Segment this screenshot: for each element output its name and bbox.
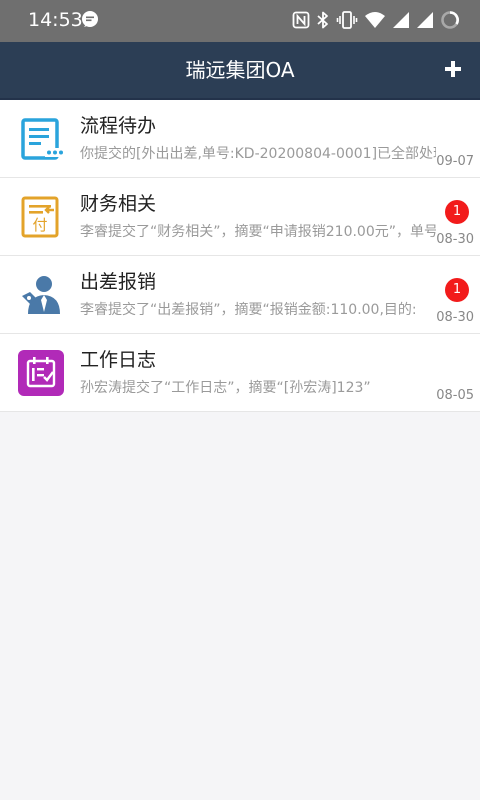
message-list: 流程待办 你提交的[外出出差,单号:KD-20200804-0001]已全部处理… (0, 100, 480, 412)
app-bar: 瑞远集团OA (0, 42, 480, 100)
item-title: 财务相关 (80, 193, 157, 215)
bluetooth-icon (316, 10, 330, 30)
item-date: 08-30 (436, 310, 474, 325)
business-trip-icon (18, 272, 64, 318)
vibrate-icon (336, 10, 358, 30)
item-summary: 李睿提交了“财务相关”，摘要“申请报销210.00元”，单号 (80, 224, 436, 240)
item-summary: 李睿提交了“出差报销”，摘要“报销金额:110.00,目的: (80, 302, 417, 318)
signal-2-icon (416, 11, 434, 29)
nfc-icon (292, 11, 310, 29)
list-item-workflow-todo[interactable]: 流程待办 你提交的[外出出差,单号:KD-20200804-0001]已全部处理… (0, 100, 480, 178)
list-item-finance[interactable]: 付 财务相关 李睿提交了“财务相关”，摘要“申请报销210.00元”，单号 1 … (0, 178, 480, 256)
work-log-icon (18, 350, 64, 396)
finance-payment-icon: 付 (18, 194, 64, 240)
status-time: 14:53 (28, 9, 83, 31)
item-summary: 孙宏涛提交了“工作日志”，摘要“[孙宏涛]123” (80, 380, 371, 396)
battery-icon (440, 10, 460, 30)
svg-text:付: 付 (32, 216, 47, 234)
item-date: 09-07 (436, 154, 474, 169)
item-summary: 你提交的[外出出差,单号:KD-20200804-0001]已全部处理 (80, 146, 436, 162)
list-item-work-log[interactable]: 工作日志 孙宏涛提交了“工作日志”，摘要“[孙宏涛]123” 08-05 (0, 334, 480, 412)
plus-icon (445, 61, 461, 77)
signal-icon (392, 11, 410, 29)
add-button[interactable] (438, 54, 468, 84)
item-title: 流程待办 (80, 115, 157, 137)
unread-badge: 1 (445, 200, 469, 224)
status-bar: 14:53 (0, 0, 480, 42)
wifi-icon (364, 11, 386, 29)
status-icons (292, 10, 460, 30)
item-title: 出差报销 (80, 271, 157, 293)
workflow-todo-icon (18, 116, 64, 162)
item-date: 08-05 (436, 388, 474, 403)
unread-badge: 1 (445, 278, 469, 302)
item-title: 工作日志 (80, 349, 157, 371)
message-notification-icon (80, 10, 100, 34)
app-title: 瑞远集团OA (185, 58, 295, 82)
item-date: 08-30 (436, 232, 474, 247)
list-item-business-trip[interactable]: 出差报销 李睿提交了“出差报销”，摘要“报销金额:110.00,目的: 1 08… (0, 256, 480, 334)
